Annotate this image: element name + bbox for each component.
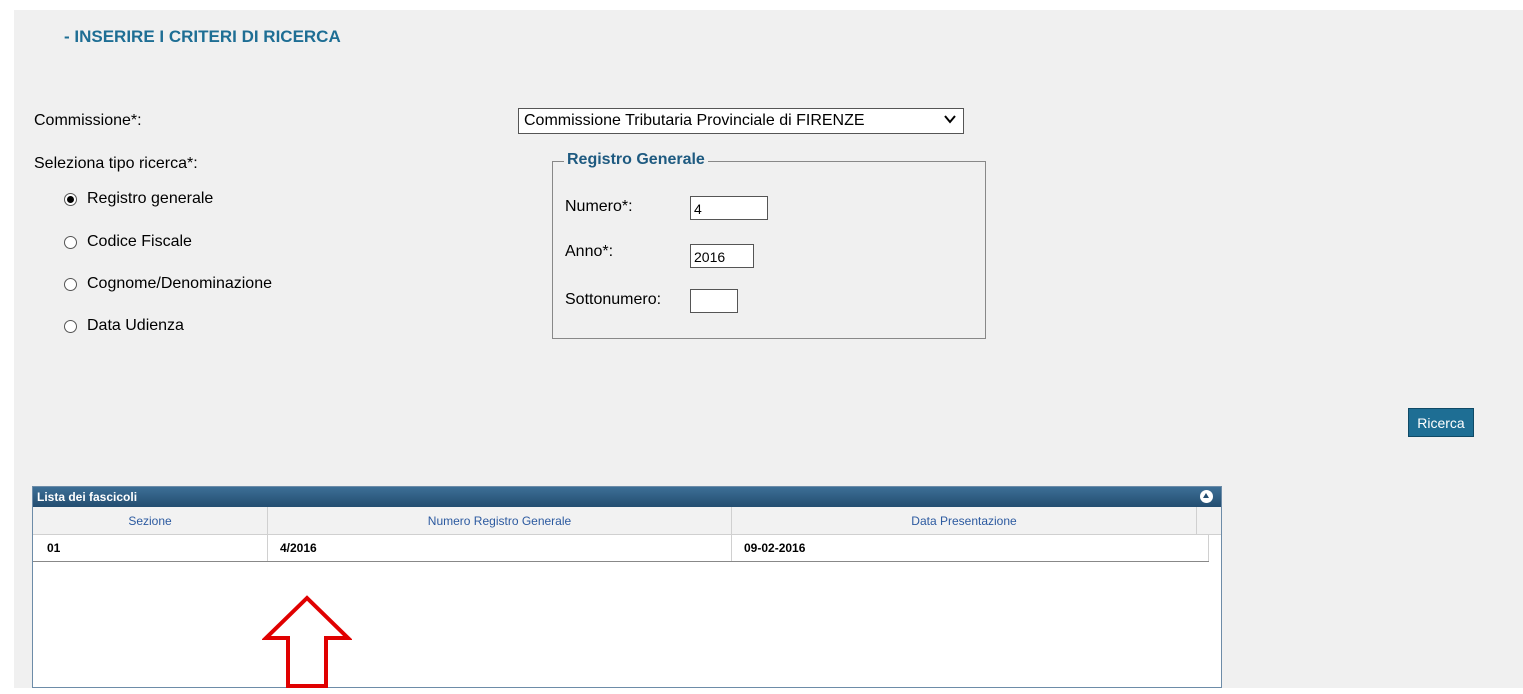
- radio-label: Cognome/Denominazione: [87, 275, 272, 292]
- sottonumero-input[interactable]: [690, 289, 738, 313]
- radio-codice-fiscale[interactable]: Codice Fiscale: [64, 233, 192, 251]
- commissione-label: Commissione*:: [34, 112, 142, 129]
- commissione-select[interactable]: Commissione Tributaria Provinciale di FI…: [518, 108, 964, 134]
- cell-sezione: 01: [33, 535, 268, 561]
- search-panel: - INSERIRE I CRITERI DI RICERCA Commissi…: [14, 10, 1523, 688]
- collapse-icon[interactable]: [1200, 490, 1213, 503]
- column-header-numero-registro[interactable]: Numero Registro Generale: [268, 507, 732, 534]
- ricerca-button[interactable]: Ricerca: [1408, 408, 1474, 437]
- registro-generale-legend: Registro Generale: [564, 151, 708, 169]
- fascicoli-grid: Lista dei fascicoli Sezione Numero Regis…: [32, 486, 1222, 688]
- annotation-arrow-icon: [261, 595, 353, 694]
- column-header-spacer: [1197, 507, 1221, 534]
- table-row[interactable]: 01 4/2016 09-02-2016: [33, 535, 1209, 562]
- numero-label: Numero*:: [565, 198, 633, 215]
- cell-data-presentazione: 09-02-2016: [732, 535, 1209, 561]
- radio-label: Registro generale: [87, 190, 214, 207]
- radio-selected-icon[interactable]: [64, 192, 77, 206]
- radio-registro-generale[interactable]: Registro generale: [64, 190, 213, 208]
- radio-icon[interactable]: [64, 319, 77, 333]
- radio-label: Codice Fiscale: [87, 233, 192, 250]
- column-header-sezione[interactable]: Sezione: [33, 507, 268, 534]
- radio-label: Data Udienza: [87, 317, 184, 334]
- grid-title: Lista dei fascicoli: [37, 490, 138, 504]
- cell-numero-registro: 4/2016: [268, 535, 732, 561]
- numero-input[interactable]: 4: [690, 196, 768, 220]
- radio-cognome-denominazione[interactable]: Cognome/Denominazione: [64, 275, 272, 293]
- column-header-data-presentazione[interactable]: Data Presentazione: [732, 507, 1197, 534]
- commissione-select-value: Commissione Tributaria Provinciale di FI…: [524, 112, 865, 129]
- page-title: - INSERIRE I CRITERI DI RICERCA: [64, 27, 341, 46]
- grid-column-headers: Sezione Numero Registro Generale Data Pr…: [33, 507, 1221, 535]
- radio-icon[interactable]: [64, 235, 77, 249]
- grid-header: Lista dei fascicoli: [33, 487, 1221, 507]
- radio-data-udienza[interactable]: Data Udienza: [64, 317, 184, 335]
- tipo-ricerca-label: Seleziona tipo ricerca*:: [34, 155, 198, 172]
- registro-generale-fieldset: [552, 161, 986, 339]
- anno-label: Anno*:: [565, 243, 614, 260]
- sottonumero-label: Sottonumero:: [565, 291, 662, 308]
- anno-input[interactable]: 2016: [690, 244, 754, 268]
- radio-icon[interactable]: [64, 277, 77, 291]
- chevron-down-icon: [943, 112, 957, 129]
